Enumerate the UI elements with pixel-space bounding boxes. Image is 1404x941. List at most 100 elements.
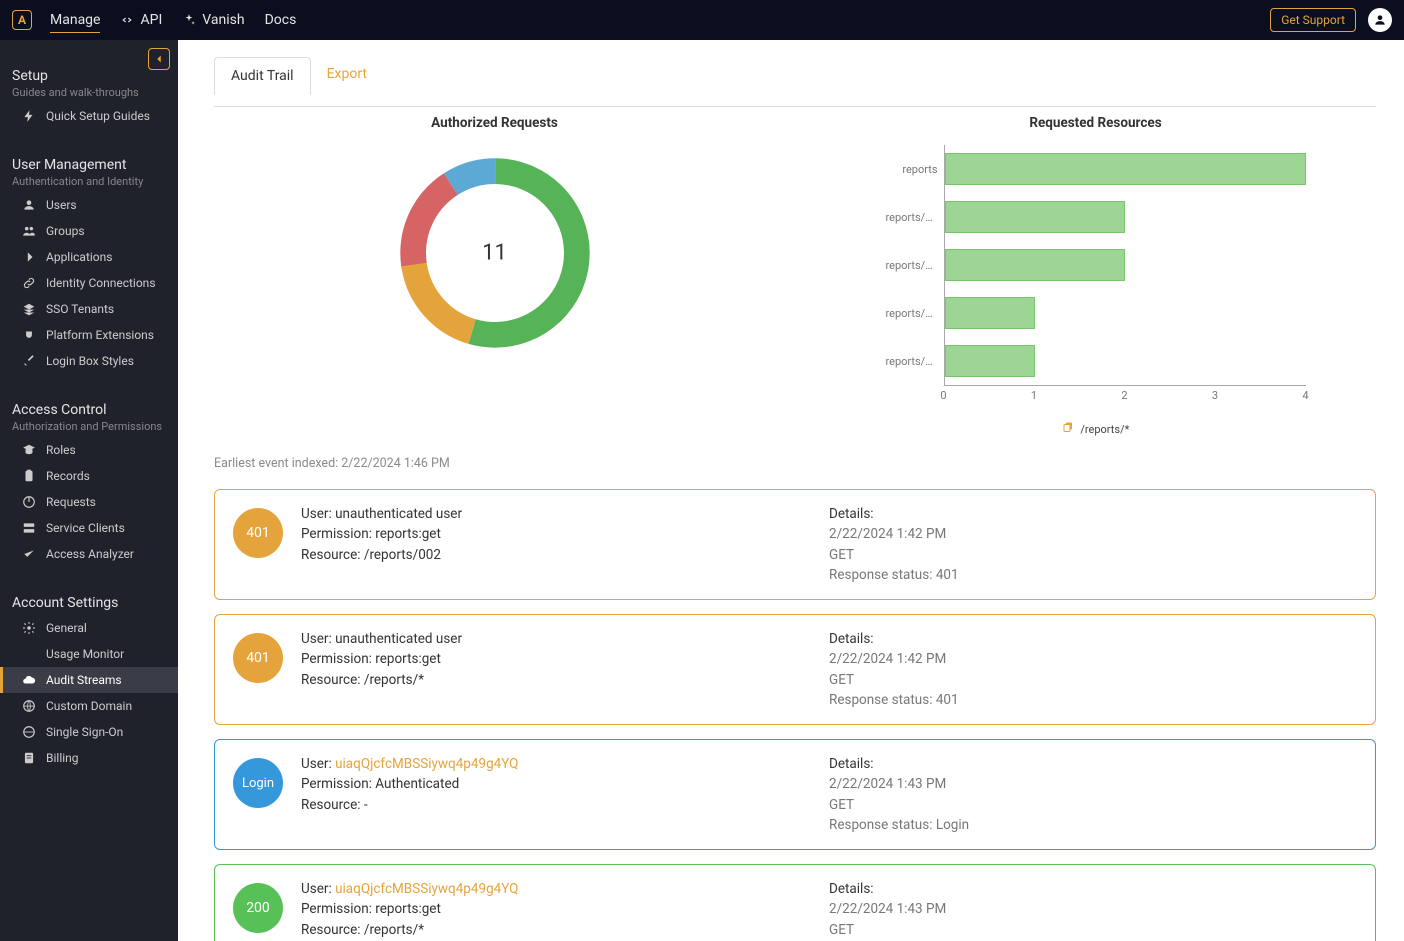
bill-icon (22, 751, 36, 765)
sidebar-section-access: Access Control Authorization and Permiss… (0, 374, 178, 437)
event-user-value: unauthenticated user (335, 506, 462, 522)
sidebar-item-roles[interactable]: Roles (0, 437, 178, 463)
user-avatar[interactable] (1368, 8, 1392, 32)
sidebar-item-label: Quick Setup Guides (46, 109, 150, 123)
sidebar-item-label: Single Sign-On (46, 725, 123, 739)
bar-label: reports/002 (886, 211, 944, 224)
event-status: Response status: Login (829, 815, 1357, 835)
event-left-col: User: uiaqQjcfcMBSSiywq4p49g4YQ Permissi… (301, 754, 829, 835)
sidebar-item-label: General (46, 621, 87, 635)
section-subtitle: Authentication and Identity (12, 175, 166, 188)
sidebar-collapse-button[interactable] (148, 48, 170, 70)
event-row[interactable]: 401 User: unauthenticated user Permissio… (214, 489, 1376, 600)
tab-export[interactable]: Export (311, 56, 383, 94)
nav-label: Docs (265, 12, 297, 28)
bar-title: Requested Resources (1029, 115, 1161, 131)
event-left-col: User: unauthenticated user Permission: r… (301, 629, 829, 710)
axis-tick: 1 (1031, 389, 1037, 402)
event-permission: Permission: reports:get (301, 649, 829, 669)
sidebar-item-usage-monitor[interactable]: Usage Monitor (0, 641, 178, 667)
sidebar-section-account: Account Settings (0, 567, 178, 615)
event-method: GET (829, 545, 1357, 565)
event-permission: Permission: reports:get (301, 899, 829, 919)
sidebar-item-quick-setup[interactable]: Quick Setup Guides (0, 103, 178, 129)
event-resource: Resource: /reports/002 (301, 545, 829, 565)
section-subtitle: Guides and walk-throughs (12, 86, 166, 99)
bar-chart: reports reports/002 reports/001 reports/… (886, 145, 1306, 436)
sidebar-item-users[interactable]: Users (0, 192, 178, 218)
sidebar-item-label: Access Analyzer (46, 547, 134, 561)
event-badge: Login (233, 758, 283, 808)
sidebar-item-label: Records (46, 469, 90, 483)
nav-vanish[interactable]: Vanish (182, 8, 244, 32)
power-icon (22, 495, 36, 509)
section-subtitle: Authorization and Permissions (12, 420, 166, 433)
event-user-link[interactable]: uiaqQjcfcMBSSiywq4p49g4YQ (335, 881, 518, 897)
user-icon (1373, 13, 1387, 27)
event-row[interactable]: 200 User: uiaqQjcfcMBSSiywq4p49g4YQ Perm… (214, 864, 1376, 941)
nav-label: Vanish (202, 12, 244, 28)
sidebar-item-label: Service Clients (46, 521, 125, 535)
event-details-head: Details: (829, 504, 1357, 524)
event-time: 2/22/2024 1:42 PM (829, 524, 1357, 544)
event-right-col: Details: 2/22/2024 1:42 PM GET Response … (829, 504, 1357, 585)
gear-icon (22, 621, 36, 635)
event-time: 2/22/2024 1:43 PM (829, 899, 1357, 919)
nav-docs[interactable]: Docs (265, 8, 297, 32)
sidebar-section-user-mgmt: User Management Authentication and Ident… (0, 129, 178, 192)
user-icon (22, 198, 36, 212)
server-icon (22, 521, 36, 535)
bar-label: reports/001 (886, 259, 944, 272)
event-left-col: User: uiaqQjcfcMBSSiywq4p49g4YQ Permissi… (301, 879, 829, 941)
clipboard-icon (22, 469, 36, 483)
event-row[interactable]: Login User: uiaqQjcfcMBSSiywq4p49g4YQ Pe… (214, 739, 1376, 850)
event-user-label: User: (301, 506, 335, 522)
link-icon (22, 276, 36, 290)
event-user-value: unauthenticated user (335, 631, 462, 647)
event-time: 2/22/2024 1:42 PM (829, 649, 1357, 669)
sidebar-item-applications[interactable]: Applications (0, 244, 178, 270)
sidebar-item-label: Platform Extensions (46, 328, 154, 342)
event-user-link[interactable]: uiaqQjcfcMBSSiywq4p49g4YQ (335, 756, 518, 772)
nav-api[interactable]: API (120, 8, 162, 32)
main-content: Audit Trail Export Authorized Requests (178, 40, 1404, 941)
donut-chart: 11 (387, 145, 603, 361)
bolt-icon (22, 109, 36, 123)
axis-tick: 0 (940, 389, 946, 402)
donut-title: Authorized Requests (431, 115, 558, 131)
sidebar-item-label: Usage Monitor (46, 647, 124, 661)
code-icon (120, 13, 134, 27)
bar-label: reports (886, 163, 944, 176)
bar-label: reports/001… (886, 307, 944, 320)
sidebar-item-service-clients[interactable]: Service Clients (0, 515, 178, 541)
sidebar-item-audit-streams[interactable]: Audit Streams (0, 667, 178, 693)
sidebar-item-label: Audit Streams (46, 673, 122, 687)
event-row[interactable]: 401 User: unauthenticated user Permissio… (214, 614, 1376, 725)
nav-manage[interactable]: Manage (50, 8, 100, 33)
section-title: Access Control (12, 402, 166, 418)
sidebar-item-login-styles[interactable]: Login Box Styles (0, 348, 178, 374)
tab-audit-trail[interactable]: Audit Trail (214, 57, 311, 95)
event-resource: Resource: - (301, 795, 829, 815)
sidebar-item-access-analyzer[interactable]: Access Analyzer (0, 541, 178, 567)
sidebar-item-groups[interactable]: Groups (0, 218, 178, 244)
get-support-button[interactable]: Get Support (1270, 8, 1356, 32)
sidebar-item-sso[interactable]: Single Sign-On (0, 719, 178, 745)
sidebar-item-records[interactable]: Records (0, 463, 178, 489)
sidebar: Setup Guides and walk-throughs Quick Set… (0, 40, 178, 941)
users-icon (22, 224, 36, 238)
sidebar-item-requests[interactable]: Requests (0, 489, 178, 515)
top-nav: A Manage API Vanish Docs Get Support (0, 0, 1404, 40)
sidebar-item-sso-tenants[interactable]: SSO Tenants (0, 296, 178, 322)
brush-icon (22, 354, 36, 368)
sidebar-item-billing[interactable]: Billing (0, 745, 178, 771)
sidebar-item-general[interactable]: General (0, 615, 178, 641)
nav-label: Manage (50, 12, 100, 28)
event-details-head: Details: (829, 879, 1357, 899)
sidebar-item-platform-ext[interactable]: Platform Extensions (0, 322, 178, 348)
logo[interactable]: A (12, 10, 32, 30)
sidebar-item-custom-domain[interactable]: Custom Domain (0, 693, 178, 719)
sidebar-item-identity[interactable]: Identity Connections (0, 270, 178, 296)
bar-legend: /reports/* (886, 421, 1306, 436)
event-right-col: Details: 2/22/2024 1:43 PM GET Response … (829, 879, 1357, 941)
